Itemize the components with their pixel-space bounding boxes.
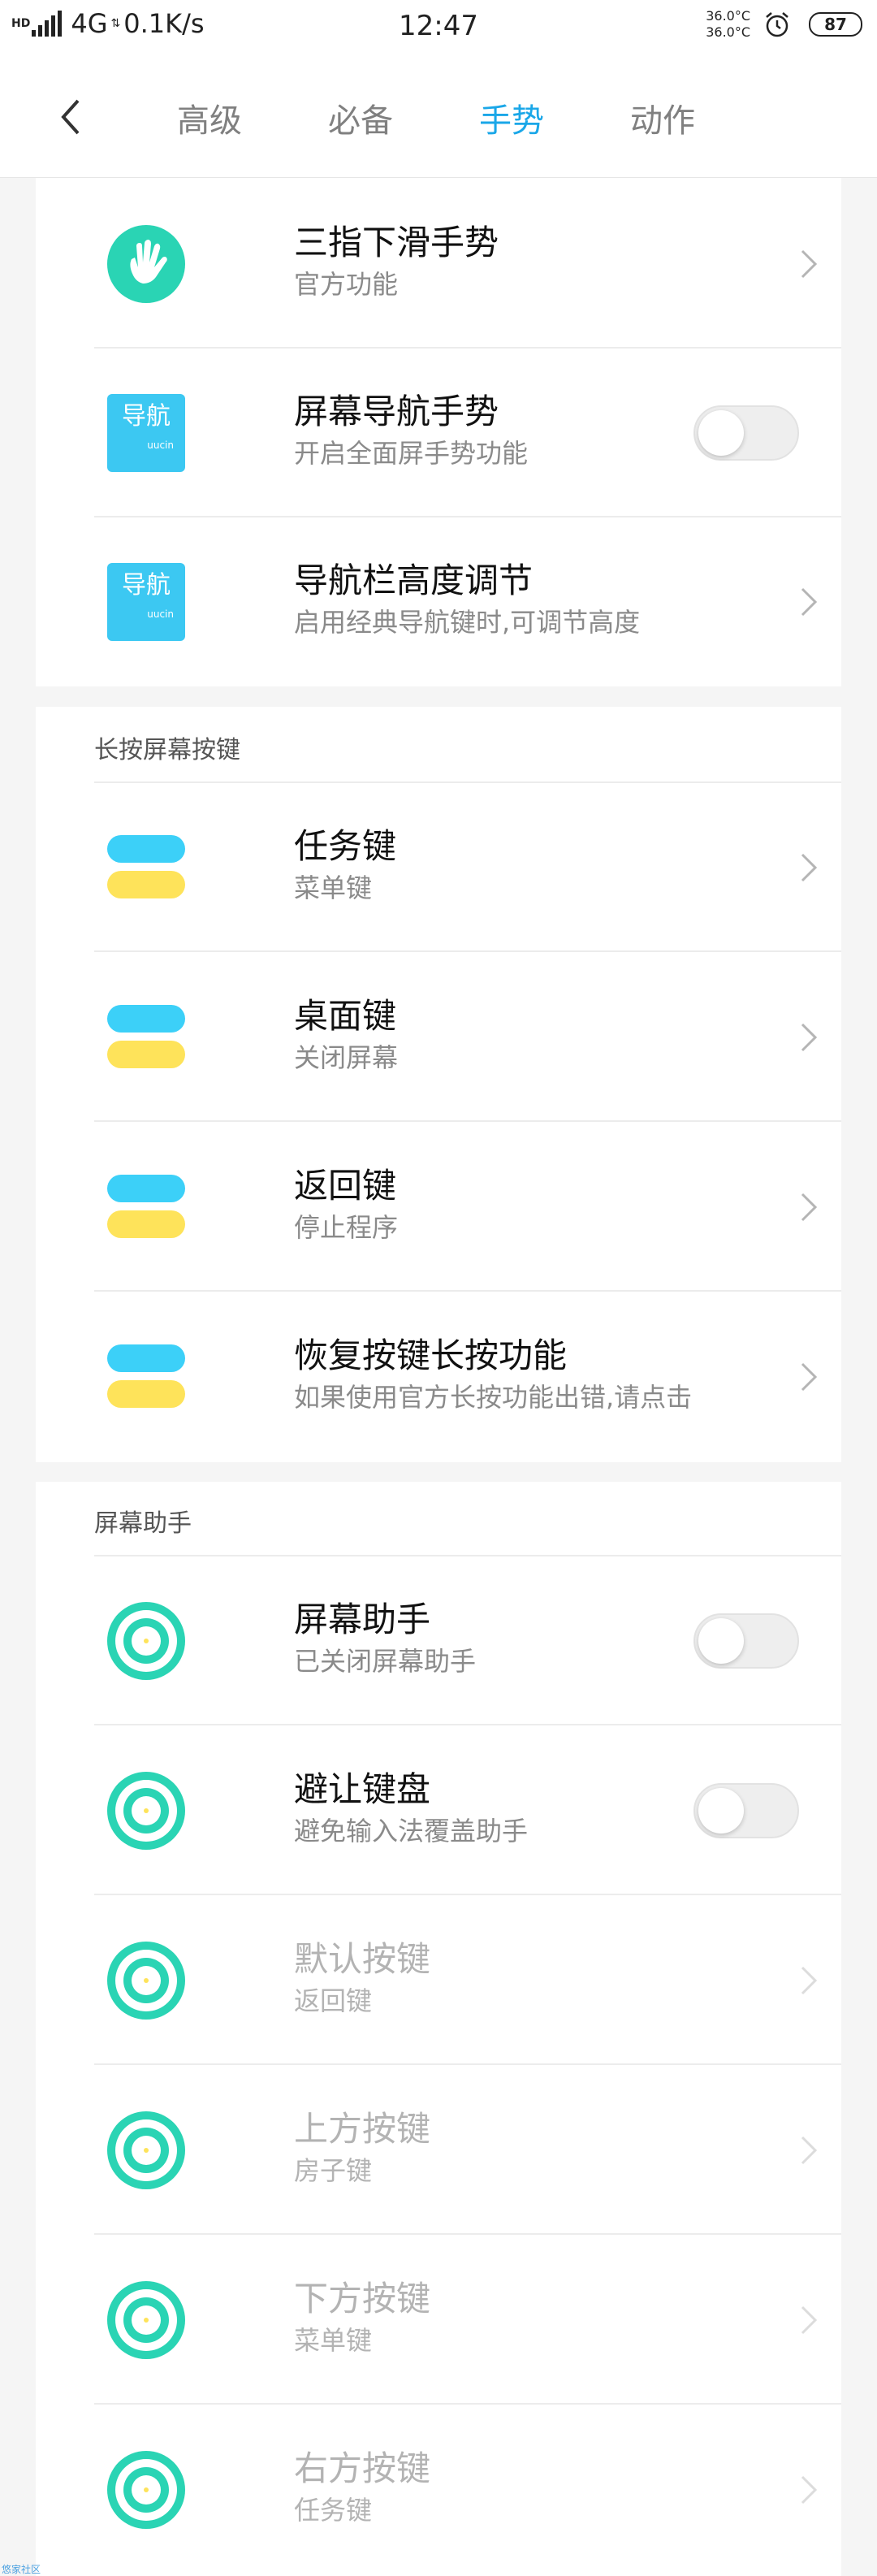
item-subtitle: 停止程序 <box>294 1212 399 1243</box>
item-title: 导航栏高度调节 <box>294 561 534 600</box>
list-item-down-key[interactable]: 下方按键 菜单键 <box>94 2236 841 2405</box>
list-item-home-key[interactable]: 桌面键 关闭屏幕 <box>94 953 841 1122</box>
item-subtitle: 官方功能 <box>294 269 399 300</box>
item-title: 上方按键 <box>294 2109 431 2149</box>
status-bar: HD 4G ⇅ 0.1K/s 12:47 36.0°C 36.0°C 87 <box>0 0 877 57</box>
list-item-navbar-height[interactable]: 导航 uucin 导航栏高度调节 启用经典导航键时,可调节高度 <box>94 517 841 686</box>
divider <box>94 2063 841 2065</box>
list-item-three-finger[interactable]: 三指下滑手势 官方功能 <box>94 180 841 349</box>
toggle-knob <box>698 410 744 456</box>
divider <box>94 950 841 952</box>
target-icon <box>107 2111 185 2189</box>
target-icon <box>107 2451 185 2529</box>
key-icon <box>107 1168 185 1246</box>
target-icon <box>107 1942 185 2020</box>
nav-icon-text: 导航 <box>122 402 171 431</box>
screen-assistant-toggle[interactable] <box>693 1613 799 1669</box>
chevron-right-icon <box>801 2136 818 2165</box>
divider <box>94 1290 841 1292</box>
chevron-right-icon <box>801 1966 818 1995</box>
divider <box>94 1724 841 1725</box>
back-arrow-icon[interactable] <box>47 93 96 141</box>
item-subtitle: 房子键 <box>294 2155 373 2186</box>
top-tab-bar: 高级 必备 手势 动作 <box>0 57 877 178</box>
target-icon <box>107 1602 185 1680</box>
key-icon <box>107 998 185 1076</box>
item-title: 桌面键 <box>294 996 397 1036</box>
item-subtitle: 菜单键 <box>294 2325 373 2356</box>
chevron-right-icon <box>801 853 818 882</box>
nav-icon: 导航 uucin <box>107 563 185 641</box>
nav-icon-subtext: uucin <box>147 439 174 451</box>
temp-top: 36.0°C <box>706 8 750 24</box>
tab-essential[interactable]: 必备 <box>328 94 393 141</box>
item-title: 右方按键 <box>294 2448 431 2488</box>
key-icon <box>107 1338 185 1416</box>
list-item-screen-nav-gesture[interactable]: 导航 uucin 屏幕导航手势 开启全面屏手势功能 <box>94 349 841 517</box>
item-subtitle: 已关闭屏幕助手 <box>294 1646 477 1677</box>
item-subtitle: 菜单键 <box>294 872 373 903</box>
item-subtitle: 关闭屏幕 <box>294 1042 399 1073</box>
list-item-screen-assistant[interactable]: 屏幕助手 已关闭屏幕助手 <box>94 1556 841 1725</box>
list-item-task-key[interactable]: 任务键 菜单键 <box>94 783 841 952</box>
item-title: 下方按键 <box>294 2279 431 2318</box>
item-subtitle: 任务键 <box>294 2495 373 2526</box>
tab-advanced[interactable]: 高级 <box>177 94 242 141</box>
chevron-right-icon <box>801 1362 818 1392</box>
key-icon <box>107 829 185 907</box>
divider <box>94 1894 841 1895</box>
item-subtitle: 启用经典导航键时,可调节高度 <box>294 607 641 638</box>
chevron-right-icon <box>801 587 818 617</box>
gesture-card: 三指下滑手势 官方功能 导航 uucin 屏幕导航手势 开启全面屏手势功能 导航… <box>36 178 841 686</box>
tab-action[interactable]: 动作 <box>630 94 695 141</box>
item-title: 任务键 <box>294 826 397 866</box>
item-subtitle: 开启全面屏手势功能 <box>294 438 529 469</box>
status-right: 36.0°C 36.0°C 87 <box>706 8 862 41</box>
screen-nav-toggle[interactable] <box>693 405 799 461</box>
watermark: 悠家社区 <box>2 2564 41 2575</box>
toggle-knob <box>698 1618 744 1664</box>
avoid-keyboard-toggle[interactable] <box>693 1783 799 1838</box>
section-title-screen-assistant: 屏幕助手 <box>94 1509 192 1538</box>
chevron-right-icon <box>801 1193 818 1222</box>
list-item-up-key[interactable]: 上方按键 房子键 <box>94 2066 841 2235</box>
temp-bottom: 36.0°C <box>706 24 750 40</box>
item-title: 屏幕助手 <box>294 1600 431 1639</box>
chevron-right-icon <box>801 2475 818 2505</box>
target-icon <box>107 2281 185 2359</box>
toggle-knob <box>698 1788 744 1834</box>
hand-icon <box>107 225 185 303</box>
target-icon <box>107 1772 185 1850</box>
item-title: 返回键 <box>294 1166 397 1206</box>
divider <box>94 2233 841 2235</box>
tab-gesture[interactable]: 手势 <box>479 94 544 141</box>
section-title-long-press: 长按屏幕按键 <box>94 736 240 764</box>
battery-indicator: 87 <box>809 12 862 37</box>
nav-icon-text: 导航 <box>122 571 171 600</box>
chevron-right-icon <box>801 1023 818 1052</box>
divider <box>94 1120 841 1122</box>
item-subtitle: 返回键 <box>294 1985 373 2016</box>
list-item-avoid-keyboard[interactable]: 避让键盘 避免输入法覆盖助手 <box>94 1726 841 1895</box>
chevron-right-icon <box>801 2305 818 2335</box>
item-subtitle: 如果使用官方长按功能出错,请点击 <box>294 1382 693 1413</box>
list-item-restore-long-press[interactable]: 恢复按键长按功能 如果使用官方长按功能出错,请点击 <box>94 1292 841 1461</box>
item-title: 默认按键 <box>294 1939 431 1979</box>
list-item-default-key[interactable]: 默认按键 返回键 <box>94 1896 841 2065</box>
item-title: 恢复按键长按功能 <box>294 1336 568 1375</box>
item-subtitle: 避免输入法覆盖助手 <box>294 1816 529 1846</box>
long-press-card: 长按屏幕按键 任务键 菜单键 桌面键 关闭屏幕 返回键 停止程序 恢复按键长按功… <box>36 707 841 1462</box>
item-title: 三指下滑手势 <box>294 223 499 262</box>
list-item-right-key[interactable]: 右方按键 任务键 <box>94 2405 841 2574</box>
chevron-right-icon <box>801 249 818 279</box>
nav-icon: 导航 uucin <box>107 394 185 472</box>
temperature: 36.0°C 36.0°C <box>706 8 750 41</box>
divider <box>94 2403 841 2405</box>
nav-icon-subtext: uucin <box>147 608 174 620</box>
list-item-back-key[interactable]: 返回键 停止程序 <box>94 1123 841 1292</box>
item-title: 屏幕导航手势 <box>294 392 499 431</box>
item-title: 避让键盘 <box>294 1769 431 1809</box>
screen-assistant-card: 屏幕助手 屏幕助手 已关闭屏幕助手 避让键盘 避免输入法覆盖助手 默认按键 返回… <box>36 1482 841 2576</box>
alarm-clock-icon <box>766 12 788 37</box>
